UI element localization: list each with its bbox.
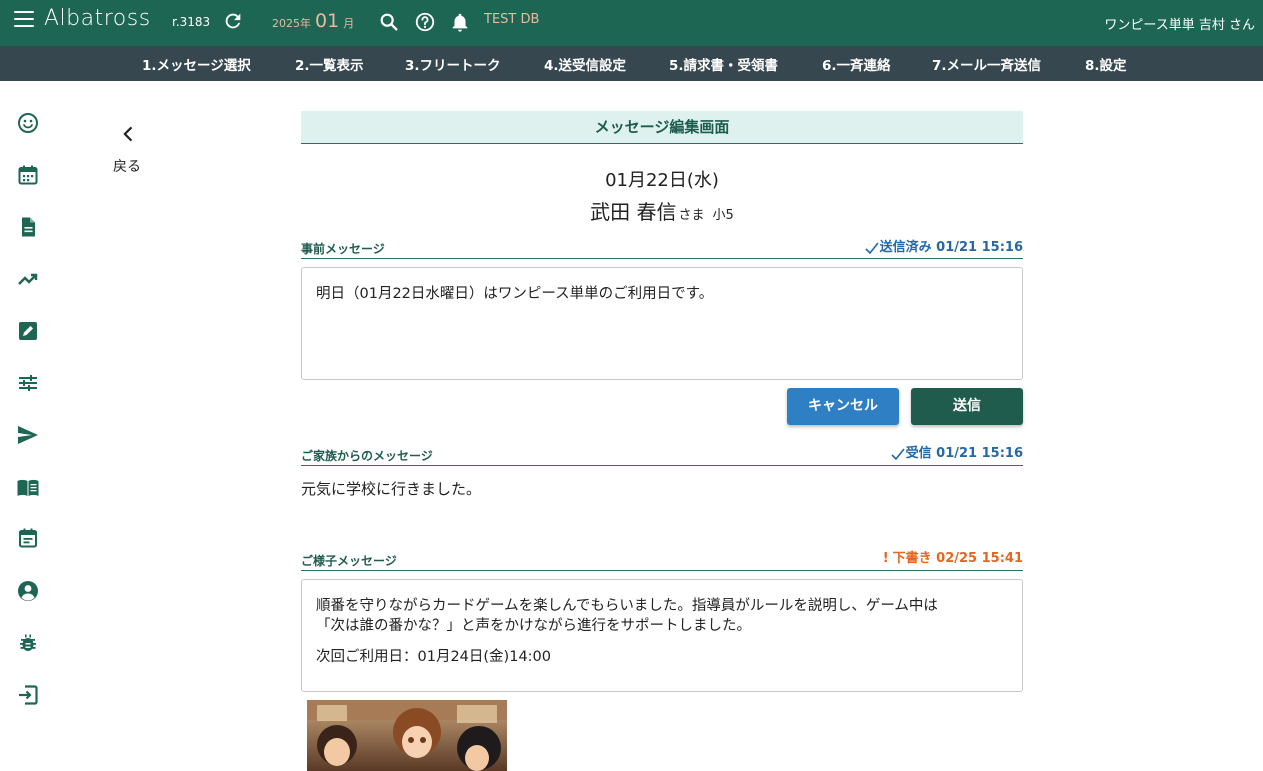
- advance-message-status: 送信済み 01/21 15:16: [865, 236, 1023, 255]
- month-suffix: 月: [343, 17, 355, 30]
- logout-icon[interactable]: [16, 683, 40, 707]
- edit-icon[interactable]: [16, 319, 40, 343]
- top-bar: Albatross r.3183 2025年 01 月 TEST DB ワンピース単…: [0, 0, 1263, 46]
- event-icon[interactable]: [16, 526, 40, 550]
- family-status-text: 受信 01/21 15:16: [905, 446, 1023, 461]
- reload-icon[interactable]: [222, 10, 244, 32]
- send-icon[interactable]: [16, 423, 40, 447]
- nav-send-receive-settings[interactable]: 4.送受信設定: [544, 54, 626, 74]
- divider: [301, 465, 1023, 466]
- check-icon: [865, 242, 879, 254]
- smile-icon[interactable]: [16, 111, 40, 135]
- db-label: TEST DB: [484, 12, 540, 27]
- family-message-status: 受信 01/21 15:16: [891, 442, 1023, 461]
- app-logo[interactable]: Albatross: [44, 6, 151, 31]
- year-month-selector[interactable]: 2025年 01 月: [272, 10, 354, 32]
- nav-list-view[interactable]: 2.一覧表示: [295, 54, 364, 74]
- nav-bulk-email[interactable]: 7.メール一斉送信: [932, 54, 1041, 74]
- recipient-grade: 小5: [712, 208, 734, 223]
- divider: [301, 570, 1023, 571]
- search-icon[interactable]: [378, 11, 400, 33]
- advance-message-title: 事前メッセージ: [301, 242, 385, 256]
- advance-message-textarea[interactable]: 明日（01月22日水曜日）はワンピース単単のご利用日です。: [301, 267, 1023, 380]
- nav-free-talk[interactable]: 3.フリートーク: [405, 54, 501, 74]
- status-message-textarea[interactable]: 順番を守りながらカードゲームを楽しんでもらいました。指導員がルールを説明し、ゲー…: [301, 579, 1023, 692]
- check-icon: [891, 448, 905, 460]
- activity-photo-image: [307, 700, 507, 771]
- page-title: メッセージ編集画面: [301, 111, 1023, 144]
- help-icon[interactable]: [414, 11, 436, 33]
- family-message-body: 元気に学校に行きました。: [301, 480, 482, 498]
- recipient-name: 武田 春信: [590, 200, 677, 224]
- calendar-icon[interactable]: [16, 163, 40, 187]
- status-message-line-3: 次回ご利用日：01月24日(金)14:00: [316, 648, 552, 665]
- cancel-button[interactable]: キャンセル: [787, 388, 899, 425]
- menu-icon[interactable]: [14, 11, 34, 29]
- user-label[interactable]: ワンピース単単 吉村 さん: [1104, 14, 1255, 33]
- nav-message-select[interactable]: 1.メッセージ選択: [142, 54, 251, 74]
- message-date: 01月22日(水): [605, 170, 719, 191]
- divider: [301, 258, 1023, 259]
- back-chevron-icon[interactable]: [119, 124, 139, 144]
- status-message-line-1: 順番を守りながらカードゲームを楽しんでもらいました。指導員がルールを説明し、ゲー…: [316, 598, 938, 614]
- document-icon[interactable]: [16, 215, 40, 239]
- status-message-status: ! 下書き 02/25 15:41: [883, 547, 1023, 566]
- revision-label: r.3183: [172, 15, 211, 29]
- activity-photo[interactable]: [307, 700, 507, 771]
- advance-message-body: 明日（01月22日水曜日）はワンピース単単のご利用日です。: [316, 286, 714, 302]
- trending-icon[interactable]: [16, 267, 40, 291]
- advance-status-text: 送信済み 01/21 15:16: [879, 240, 1023, 255]
- book-icon[interactable]: [16, 476, 40, 500]
- status-message-line-2: 「次は誰の番かな？」と声をかけながら進行をサポートしました。: [316, 618, 751, 635]
- send-button[interactable]: 送信: [911, 388, 1023, 425]
- back-button[interactable]: 戻る: [113, 156, 141, 176]
- sliders-icon[interactable]: [16, 371, 40, 395]
- nav-invoice-receipt[interactable]: 5.請求書・受領書: [669, 54, 778, 74]
- recipient-info: 武田 春信 さま 小5: [301, 196, 1023, 225]
- warning-icon: !: [882, 551, 889, 566]
- nav-bulk-contact[interactable]: 6.一斉連絡: [822, 54, 891, 74]
- status-message-title: ご様子メッセージ: [301, 554, 397, 568]
- year-label: 2025年: [272, 17, 311, 30]
- recipient-honorific: さま: [678, 208, 705, 223]
- bug-icon[interactable]: [16, 631, 40, 655]
- draft-status-text: 下書き 02/25 15:41: [892, 551, 1023, 566]
- family-message-title: ご家族からのメッセージ: [301, 449, 433, 463]
- account-icon[interactable]: [16, 579, 40, 603]
- month-value: 01: [315, 10, 340, 32]
- bell-icon[interactable]: [449, 11, 471, 33]
- main-nav: 1.メッセージ選択 2.一覧表示 3.フリートーク 4.送受信設定 5.請求書・…: [0, 46, 1263, 81]
- nav-settings[interactable]: 8.設定: [1085, 54, 1127, 74]
